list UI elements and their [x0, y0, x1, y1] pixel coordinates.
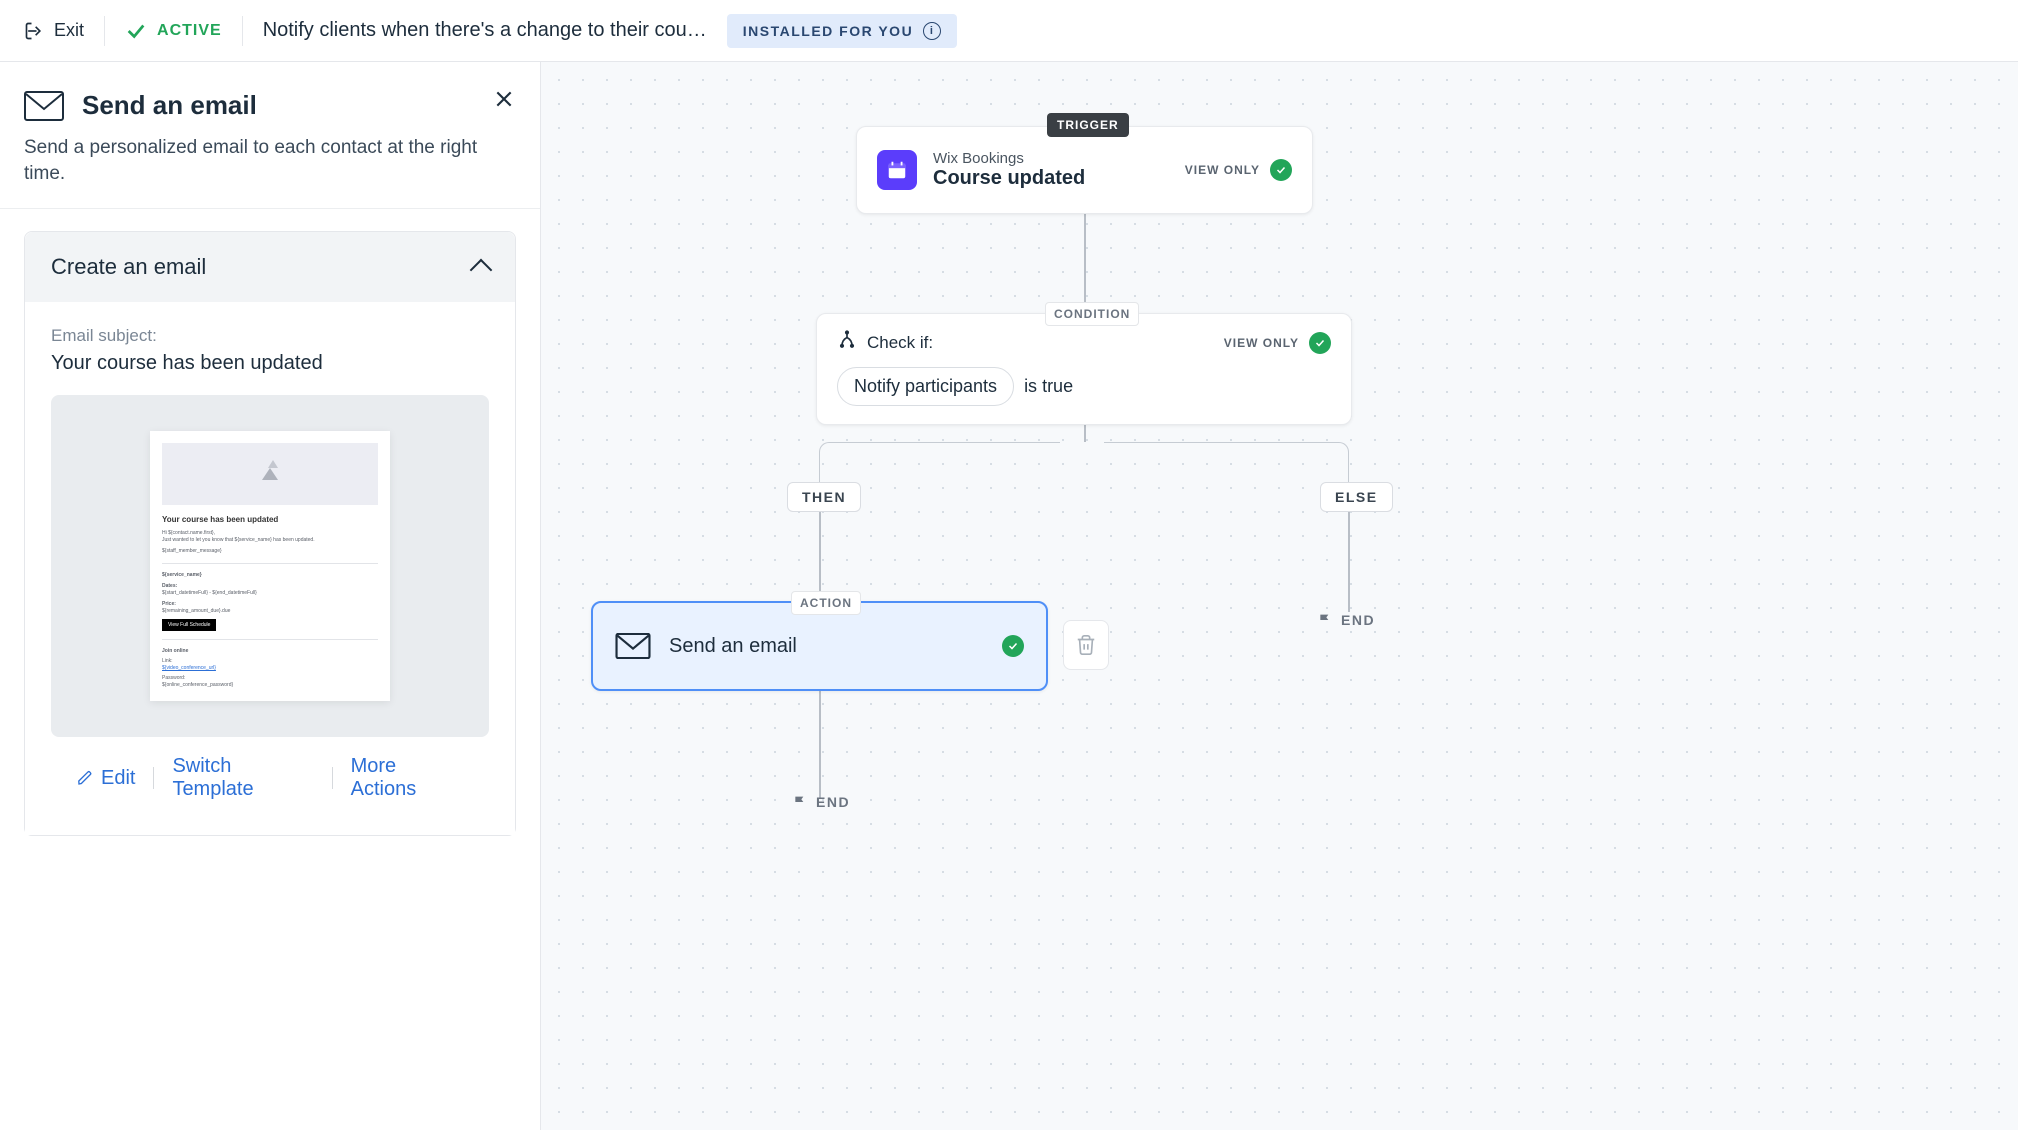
condition-badge: CONDITION [1045, 302, 1139, 326]
automation-title: Notify clients when there's a change to … [263, 19, 707, 42]
pencil-icon [77, 770, 93, 786]
trigger-node[interactable]: TRIGGER Wix Bookings Course updated VIEW… [856, 126, 1313, 214]
more-label: More Actions [351, 755, 463, 801]
accordion-title: Create an email [51, 254, 206, 280]
switch-template-button[interactable]: Switch Template [172, 755, 313, 801]
trigger-event: Course updated [933, 167, 1085, 190]
preview-body: Just wanted to let you know that ${servi… [162, 537, 378, 544]
preview-dates-val: ${start_datetimeFull} - ${end_datetimeFu… [162, 590, 378, 597]
end-label: END [1341, 612, 1375, 628]
flow-canvas[interactable]: TRIGGER Wix Bookings Course updated VIEW… [541, 62, 2018, 1130]
preview-link-val: ${video_conference_url} [162, 665, 378, 672]
check-circle-icon [1002, 635, 1024, 657]
installed-label: INSTALLED FOR YOU [743, 23, 913, 39]
edit-label: Edit [101, 767, 135, 790]
end-label: END [816, 794, 850, 810]
preview-service: ${service_name} [162, 572, 378, 579]
subject-value: Your course has been updated [51, 352, 489, 375]
separator [332, 767, 333, 789]
status-label: ACTIVE [157, 22, 222, 40]
exit-label: Exit [54, 20, 84, 41]
check-if-label: Check if: [867, 333, 933, 353]
preview-price-label: Price: [162, 601, 378, 608]
split-icon [837, 330, 857, 355]
preview-link-label: Link: [162, 658, 378, 665]
status-chip: VIEW ONLY [1224, 332, 1331, 354]
then-label: THEN [787, 482, 861, 512]
wix-bookings-icon [877, 150, 917, 190]
action-node[interactable]: ACTION Send an email [591, 601, 1048, 691]
check-icon [125, 20, 147, 42]
panel-header: Send an email Send a personalized email … [0, 62, 540, 209]
preview-pw-val: ${online_conference_password} [162, 682, 378, 689]
email-preview[interactable]: Your course has been updated Hi ${contac… [150, 431, 390, 701]
panel-title: Send an email [82, 90, 257, 121]
trash-icon [1075, 634, 1097, 656]
more-actions-button[interactable]: More Actions [351, 755, 463, 801]
action-badge: ACTION [791, 591, 861, 615]
exit-button[interactable]: Exit [24, 20, 84, 41]
accordion-body: Email subject: Your course has been upda… [25, 302, 515, 835]
preview-heading: Your course has been updated [162, 515, 378, 524]
edit-button[interactable]: Edit [77, 767, 135, 790]
status-active: ACTIVE [125, 20, 222, 42]
flag-icon [792, 794, 808, 810]
divider [104, 16, 105, 46]
condition-node[interactable]: CONDITION Check if: VIEW ONLY Notify par… [816, 313, 1352, 425]
image-icon [262, 468, 278, 480]
chevron-up-icon [470, 259, 493, 282]
accordion-header[interactable]: Create an email [25, 232, 515, 302]
mail-icon [24, 91, 64, 121]
condition-operator: is true [1024, 376, 1073, 397]
email-preview-container: Your course has been updated Hi ${contac… [51, 395, 489, 737]
end-marker: END [1317, 612, 1375, 628]
close-icon [494, 89, 514, 109]
action-title: Send an email [669, 635, 984, 658]
preview-cta: View Full Schedule [162, 619, 216, 631]
exit-icon [24, 21, 44, 41]
separator [153, 767, 154, 789]
connector [819, 691, 821, 799]
create-email-accordion: Create an email Email subject: Your cour… [24, 231, 516, 836]
view-only-label: VIEW ONLY [1224, 336, 1299, 350]
preview-greeting: Hi ${contact.name.first}, [162, 530, 378, 537]
preview-image-placeholder [162, 443, 378, 505]
close-button[interactable] [494, 88, 514, 116]
switch-label: Switch Template [172, 755, 313, 801]
preview-pw-label: Password: [162, 675, 378, 682]
status-chip: VIEW ONLY [1185, 159, 1292, 181]
preview-staff-msg: ${staff_member_message} [162, 548, 378, 555]
panel-subtitle: Send a personalized email to each contac… [24, 135, 516, 186]
side-panel: Send an email Send a personalized email … [0, 62, 541, 1130]
else-label: ELSE [1320, 482, 1393, 512]
trigger-badge: TRIGGER [1047, 113, 1129, 137]
panel-actions: Edit Switch Template More Actions [51, 737, 489, 811]
check-circle-icon [1270, 159, 1292, 181]
end-marker: END [792, 794, 850, 810]
flag-icon [1317, 612, 1333, 628]
info-icon: i [923, 22, 941, 40]
preview-join-label: Join online [162, 648, 378, 655]
installed-badge[interactable]: INSTALLED FOR YOU i [727, 14, 957, 48]
trigger-app: Wix Bookings [933, 150, 1085, 167]
view-only-label: VIEW ONLY [1185, 163, 1260, 177]
check-circle-icon [1309, 332, 1331, 354]
delete-button[interactable] [1063, 620, 1109, 670]
top-bar: Exit ACTIVE Notify clients when there's … [0, 0, 2018, 62]
subject-label: Email subject: [51, 326, 489, 346]
preview-price-val: ${remaining_amount_due}.due [162, 608, 378, 615]
divider [242, 16, 243, 46]
connector [1084, 214, 1086, 313]
condition-variable: Notify participants [837, 367, 1014, 406]
connector-branch [1104, 442, 1349, 492]
preview-dates-label: Dates: [162, 583, 378, 590]
mail-icon [615, 633, 651, 659]
